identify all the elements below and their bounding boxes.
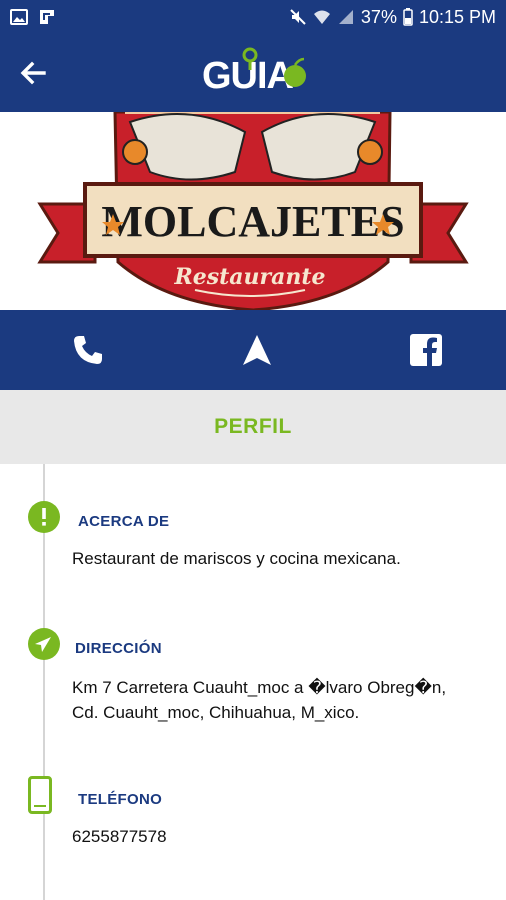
arrow-back-icon[interactable] — [16, 56, 50, 90]
mute-icon — [290, 9, 306, 25]
wifi-icon — [313, 10, 330, 24]
address-heading: DIRECCIÓN — [75, 640, 162, 657]
signal-icon — [338, 10, 353, 24]
location-arrow-icon — [28, 628, 60, 660]
phone-heading: TELÉFONO — [78, 791, 163, 808]
banner-subtitle: Restaurante — [173, 264, 325, 290]
info-icon — [28, 501, 60, 533]
restaurant-banner: MOLCAJETES Restaurante — [0, 112, 506, 310]
phone-number[interactable]: 6255877578 — [72, 824, 167, 849]
about-heading: ACERCA DE — [78, 513, 170, 530]
restaurant-logo: MOLCAJETES Restaurante — [37, 112, 469, 310]
address-line-2: Cd. Cuauht_moc, Chihuahua, M_xico. — [72, 703, 360, 722]
navigation-icon — [243, 335, 271, 365]
image-icon — [10, 9, 28, 25]
app-bar: GUIA — [0, 34, 506, 112]
clock: 10:15 PM — [418, 6, 496, 27]
status-bar: 37% 10:15 PM — [0, 0, 506, 34]
profile-content: ACERCA DE Restaurant de mariscos y cocin… — [0, 464, 506, 900]
directions-button[interactable] — [235, 328, 279, 372]
call-button[interactable] — [66, 328, 110, 372]
tab-label: PERFIL — [214, 415, 292, 438]
tab-perfil[interactable]: PERFIL — [0, 390, 506, 464]
action-bar — [0, 310, 506, 390]
mobile-phone-icon — [28, 776, 52, 814]
about-text: Restaurant de mariscos y cocina mexicana… — [72, 549, 401, 568]
flipboard-icon — [40, 10, 54, 24]
app-logo: GUIA — [202, 47, 306, 97]
facebook-button[interactable] — [404, 328, 448, 372]
battery-icon — [403, 8, 413, 26]
battery-percent: 37% — [360, 6, 397, 27]
facebook-icon — [410, 334, 442, 366]
address-line-1: Km 7 Carretera Cuauht_moc a �lvaro Obreg… — [72, 678, 447, 697]
phone-icon — [74, 336, 102, 364]
banner-title: MOLCAJETES — [101, 197, 404, 246]
